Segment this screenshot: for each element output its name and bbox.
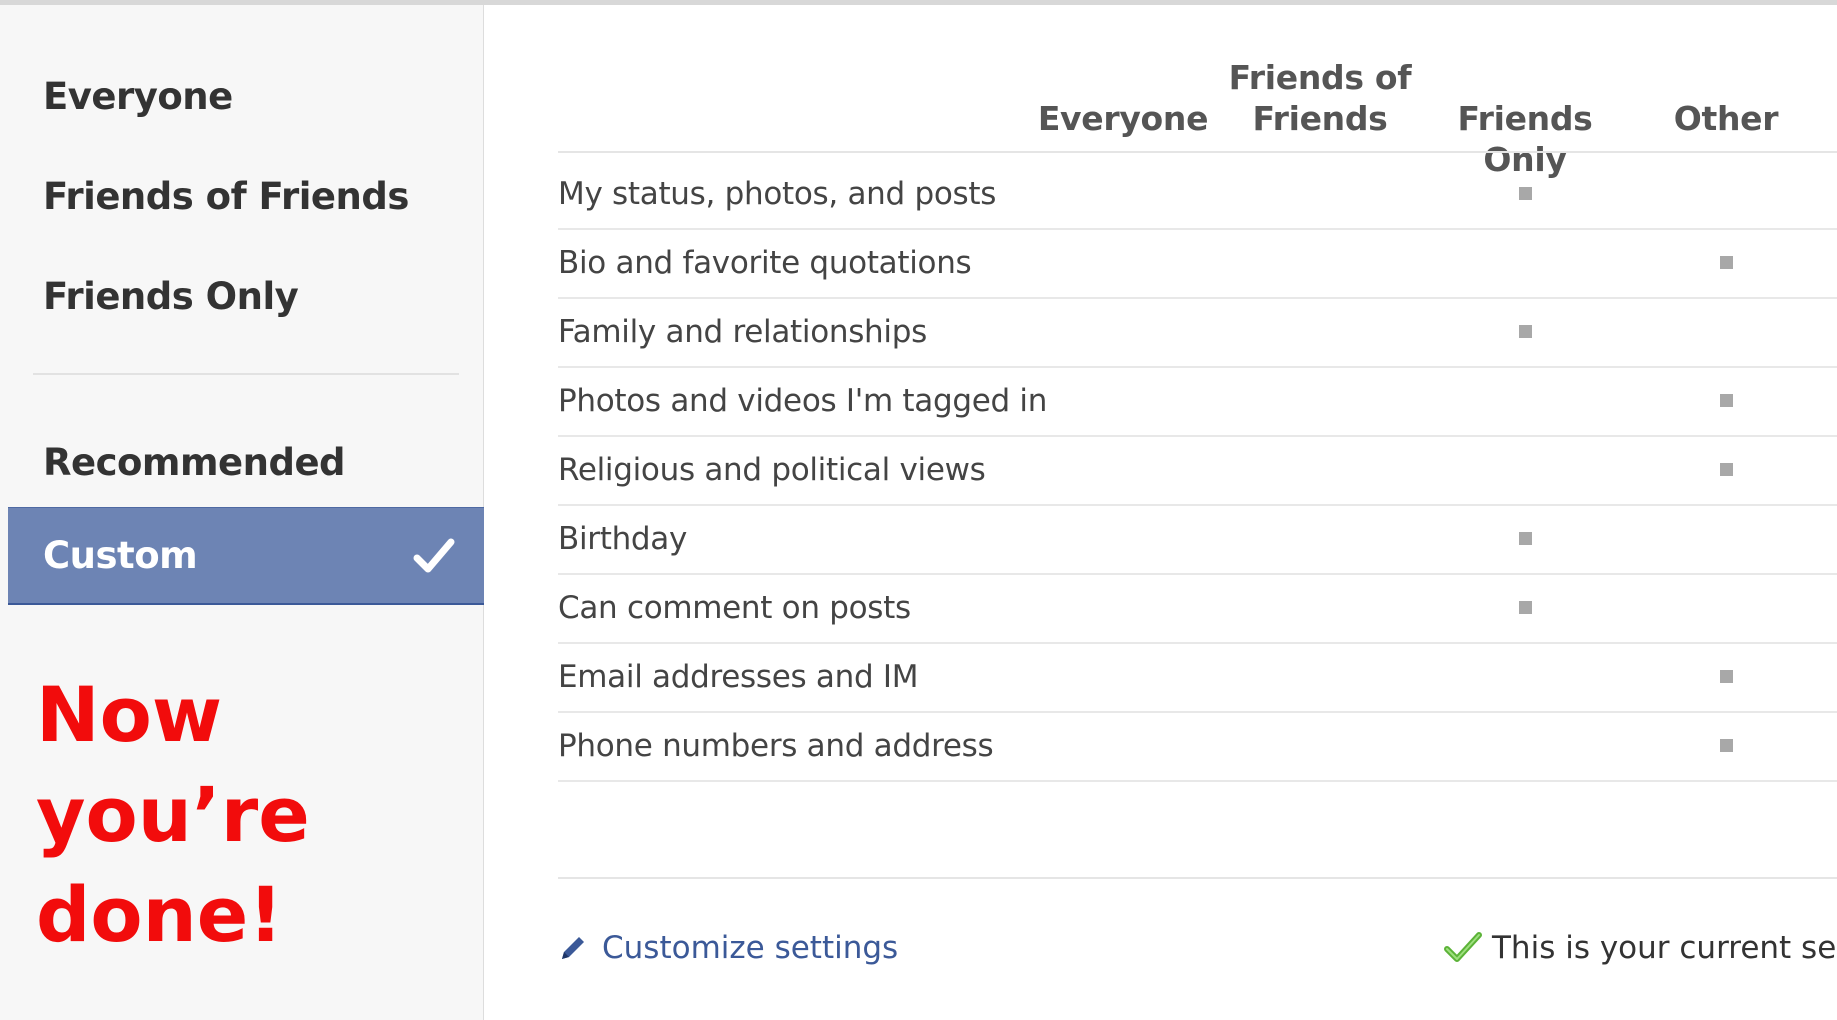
current-setting-label: This is your current setting. [1492, 930, 1837, 966]
sidebar-item-custom[interactable]: Custom [8, 507, 484, 605]
sidebar-item-label: Custom [43, 534, 198, 577]
setting-marker [1720, 739, 1733, 752]
privacy-sidebar: Everyone Friends of Friends Friends Only… [0, 5, 484, 1020]
current-setting-status: This is your current setting. [1444, 930, 1837, 966]
row-label: Photos and videos I'm tagged in [558, 383, 1048, 419]
done-note-line: you’re [36, 770, 310, 859]
done-note: Now you’re done! [36, 665, 456, 965]
table-row: Email addresses and IM [558, 644, 1837, 713]
table-row: My status, photos, and posts [558, 161, 1837, 230]
green-check-icon [1444, 932, 1482, 962]
row-label: Bio and favorite quotations [558, 245, 972, 281]
row-label: Birthday [558, 521, 688, 557]
table-row: Can comment on posts [558, 575, 1837, 644]
table-row: Phone numbers and address [558, 713, 1837, 782]
sidebar-item-label: Recommended [43, 440, 346, 484]
sidebar-item-friends-of-friends[interactable]: Friends of Friends [0, 147, 484, 245]
column-header-other: Other [1673, 99, 1779, 138]
customize-settings-link[interactable]: Customize settings [558, 930, 898, 966]
done-note-line: done! [36, 870, 283, 959]
row-label: Family and relationships [558, 314, 927, 350]
setting-marker [1519, 325, 1532, 338]
sidebar-item-label: Friends of Friends [43, 174, 409, 218]
sidebar-item-label: Friends Only [43, 274, 299, 318]
done-note-line: Now [36, 670, 223, 759]
table-row: Religious and political views [558, 437, 1837, 506]
setting-marker [1519, 187, 1532, 200]
sidebar-divider [33, 373, 459, 375]
table-row: Family and relationships [558, 299, 1837, 368]
sidebar-item-everyone[interactable]: Everyone [0, 47, 484, 145]
column-header-everyone: Everyone [1037, 99, 1209, 138]
setting-marker [1519, 601, 1532, 614]
row-label: Phone numbers and address [558, 728, 994, 764]
table-row: Photos and videos I'm tagged in [558, 368, 1837, 437]
setting-marker [1519, 532, 1532, 545]
table-row: Bio and favorite quotations [558, 230, 1837, 299]
privacy-table: Everyone Friends of Friends Friends Only… [484, 5, 1837, 1020]
sidebar-item-label: Everyone [43, 74, 233, 118]
privacy-settings-page: Everyone Friends of Friends Friends Only… [0, 0, 1837, 1020]
header-divider [558, 151, 1837, 153]
check-icon [413, 538, 455, 572]
setting-marker [1720, 394, 1733, 407]
sidebar-item-recommended[interactable]: Recommended [0, 413, 484, 511]
setting-marker [1720, 670, 1733, 683]
pencil-icon [562, 937, 584, 959]
sidebar-item-friends-only[interactable]: Friends Only [0, 247, 484, 345]
column-header-friends-of-friends: Friends of Friends [1228, 58, 1412, 138]
row-label: Can comment on posts [558, 590, 911, 626]
customize-settings-label: Customize settings [602, 930, 899, 966]
setting-marker [1720, 256, 1733, 269]
footer-divider [558, 877, 1837, 879]
setting-marker [1720, 463, 1733, 476]
table-row: Birthday [558, 506, 1837, 575]
row-label: Email addresses and IM [558, 659, 919, 695]
row-label: My status, photos, and posts [558, 176, 997, 212]
row-label: Religious and political views [558, 452, 986, 488]
